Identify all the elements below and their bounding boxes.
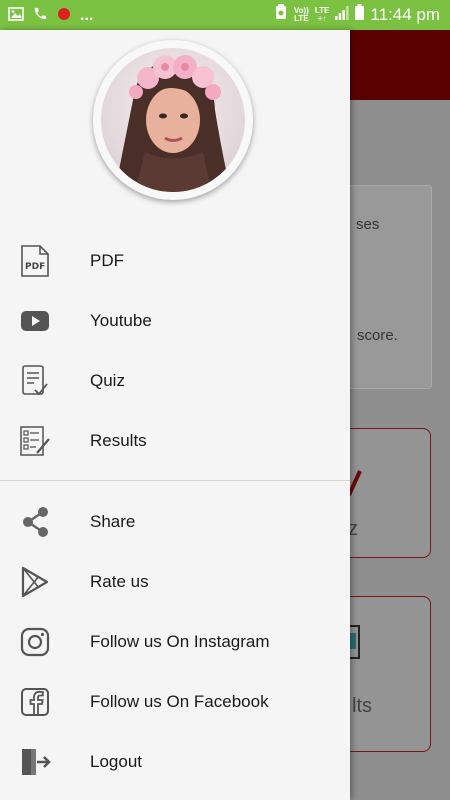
facebook-icon [19, 686, 51, 718]
status-bar: ... Vo)) LTE LTE +↑ 11:44 pm [0, 0, 450, 30]
menu-item-youtube[interactable]: Youtube [0, 291, 350, 351]
menu-label: Quiz [90, 371, 125, 390]
instagram-icon [19, 626, 51, 658]
logout-icon [19, 746, 51, 778]
status-right: Vo)) LTE LTE +↑ 11:44 pm [274, 4, 440, 25]
share-icon [19, 506, 51, 538]
youtube-icon [19, 305, 51, 337]
menu-item-logout[interactable]: Logout [0, 732, 350, 792]
phone-icon [33, 6, 48, 26]
overflow-indicator: ... [80, 7, 94, 24]
menu-item-instagram[interactable]: Follow us On Instagram [0, 612, 350, 672]
svg-text:PDF: PDF [25, 262, 45, 272]
tile-label: lts [352, 695, 372, 717]
quiz-icon [19, 365, 51, 397]
menu-item-quiz[interactable]: Quiz [0, 351, 350, 411]
play-store-icon [19, 566, 51, 598]
card-text: ses [356, 216, 380, 233]
navigation-drawer: PDF PDF Youtube Quiz Results Share Rate … [0, 30, 350, 800]
menu-divider [0, 480, 350, 481]
status-left: ... [8, 6, 93, 26]
signal-icon [335, 5, 349, 25]
menu-item-share[interactable]: Share [0, 492, 350, 552]
image-icon [8, 6, 24, 26]
battery-icon [355, 4, 365, 25]
results-icon [19, 425, 51, 457]
menu-label: Follow us On Instagram [90, 632, 270, 651]
lte-indicator: LTE +↑ [314, 5, 330, 23]
menu-label: Results [90, 431, 147, 450]
clock: 11:44 pm [370, 4, 440, 24]
menu-label: Rate us [90, 572, 149, 591]
menu-label: Logout [90, 752, 142, 771]
profile-avatar[interactable] [93, 40, 253, 200]
menu-item-rate-us[interactable]: Rate us [0, 552, 350, 612]
alarm-icon [274, 4, 288, 25]
menu-item-facebook[interactable]: Follow us On Facebook [0, 672, 350, 732]
menu-item-pdf[interactable]: PDF PDF [0, 231, 350, 291]
record-icon [57, 7, 71, 26]
menu-label: PDF [90, 251, 124, 270]
pdf-icon: PDF [19, 245, 51, 277]
card-text: score. [357, 327, 398, 344]
menu-item-results[interactable]: Results [0, 411, 350, 471]
menu-label: Share [90, 512, 136, 531]
volte-indicator: Vo)) LTE [293, 5, 309, 23]
menu-label: Follow us On Facebook [90, 692, 269, 711]
menu-label: Youtube [90, 311, 152, 330]
